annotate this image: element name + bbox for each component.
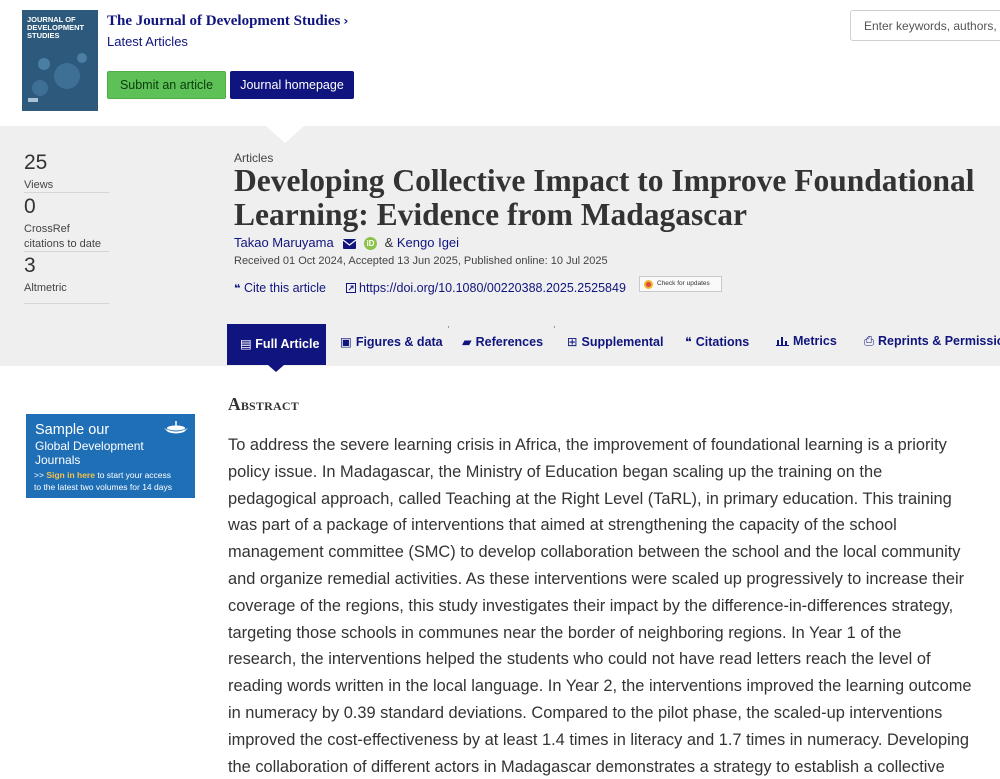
metric-divider	[24, 303, 109, 304]
tab-label: Citations	[695, 335, 750, 349]
image-icon: ▣	[340, 335, 352, 349]
journal-title-link[interactable]: The Journal of Development Studies ›	[107, 13, 348, 30]
cover-artwork	[22, 40, 98, 111]
metric-divider	[24, 192, 109, 193]
tab-label: Metrics	[793, 334, 837, 348]
orcid-icon[interactable]: iD	[363, 237, 377, 250]
altmetric-count[interactable]: 3	[24, 254, 36, 278]
abstract-heading: Abstract	[228, 394, 299, 414]
doi-link[interactable]: https://doi.org/10.1080/00220388.2025.25…	[346, 281, 626, 295]
ad-text: to start your access	[97, 470, 172, 480]
print-icon: ⎙	[864, 334, 875, 348]
tab-divider	[554, 326, 555, 328]
tab-label: Figures & data	[355, 335, 443, 349]
tab-full-article[interactable]: ▤ Full Article	[227, 324, 326, 365]
quote-icon: ❝	[234, 282, 241, 295]
views-count: 25	[24, 151, 48, 174]
journal-cover-image[interactable]: JOURNAL OF DEVELOPMENT STUDIES	[22, 10, 98, 111]
tab-divider	[448, 326, 449, 328]
tab-label: Reprints & Permissions	[878, 334, 1000, 348]
book-icon: ▰	[462, 335, 472, 349]
updates-label: Check for updates	[657, 280, 710, 287]
lamp-logo-icon	[164, 421, 188, 434]
views-label: Views	[24, 179, 54, 191]
tab-label: References	[475, 335, 544, 349]
metric-divider	[24, 251, 109, 252]
tab-label: Supplemental	[581, 335, 664, 349]
ad-line: Sample our	[35, 422, 110, 438]
author-link[interactable]: Takao Maruyama	[234, 235, 334, 250]
chevron-right-icon: ›	[343, 14, 349, 28]
crossref-label: CrossRef citations to date	[24, 223, 102, 250]
cite-label: Cite this article	[243, 281, 326, 295]
article-header-band	[0, 126, 1000, 366]
site-header: JOURNAL OF DEVELOPMENT STUDIES The Journ…	[0, 0, 1000, 126]
doi-text: https://doi.org/10.1080/00220388.2025.25…	[359, 281, 626, 295]
quote-icon: ❝	[685, 335, 692, 349]
tab-supplemental[interactable]: ⊞ Supplemental	[567, 334, 663, 349]
arrows-icon: >>	[34, 470, 44, 480]
cite-article-link[interactable]: ❝ Cite this article	[234, 281, 326, 295]
active-tab-pointer	[268, 365, 284, 372]
tab-references[interactable]: ▰ References	[462, 334, 543, 349]
ad-line: >> Sign in here to start your access	[34, 470, 171, 480]
ad-line: to the latest two volumes for 14 days	[34, 482, 172, 492]
publication-dates: Received 01 Oct 2024, Accepted 13 Jun 20…	[234, 255, 608, 267]
header-notch	[266, 126, 304, 143]
sign-in-link[interactable]: Sign in here	[46, 470, 95, 480]
envelope-icon[interactable]	[343, 239, 357, 249]
submit-article-button[interactable]: Submit an article	[107, 71, 226, 99]
bar-chart-icon	[776, 337, 789, 346]
article-title: Developing Collective Impact to Improve …	[234, 163, 975, 232]
journal-title-text: The Journal of Development Studies	[107, 13, 341, 29]
abstract-text: To address the severe learning crisis in…	[228, 436, 972, 776]
ad-line: Journals	[35, 453, 81, 467]
author-link[interactable]: Kengo Igei	[397, 235, 459, 250]
tab-reprints-permissions[interactable]: ⎙Reprints & Permissions	[864, 334, 1000, 349]
author-list: Takao Maruyama iD & Kengo Igei	[234, 235, 459, 250]
latest-articles-link[interactable]: Latest Articles	[107, 34, 188, 49]
external-link-icon	[346, 283, 356, 293]
tab-citations[interactable]: ❝ Citations	[685, 334, 749, 349]
crossref-count: 0	[24, 195, 36, 218]
document-icon: ▤	[240, 337, 252, 351]
tab-figures-data[interactable]: ▣ Figures & data	[340, 334, 443, 349]
ad-line: Global Development	[35, 439, 144, 453]
plus-square-icon: ⊞	[567, 335, 578, 349]
tab-metrics[interactable]: Metrics	[776, 334, 837, 348]
check-for-updates-button[interactable]: Check for updates	[639, 276, 722, 292]
cover-title: JOURNAL OF DEVELOPMENT STUDIES	[27, 15, 85, 40]
altmetric-label: Altmetric	[24, 282, 67, 294]
search-input[interactable]	[850, 10, 1000, 41]
author-separator: &	[384, 235, 394, 250]
crossmark-icon	[644, 280, 653, 289]
journal-homepage-button[interactable]: Journal homepage	[230, 71, 354, 99]
tab-label: Full Article	[255, 337, 320, 351]
